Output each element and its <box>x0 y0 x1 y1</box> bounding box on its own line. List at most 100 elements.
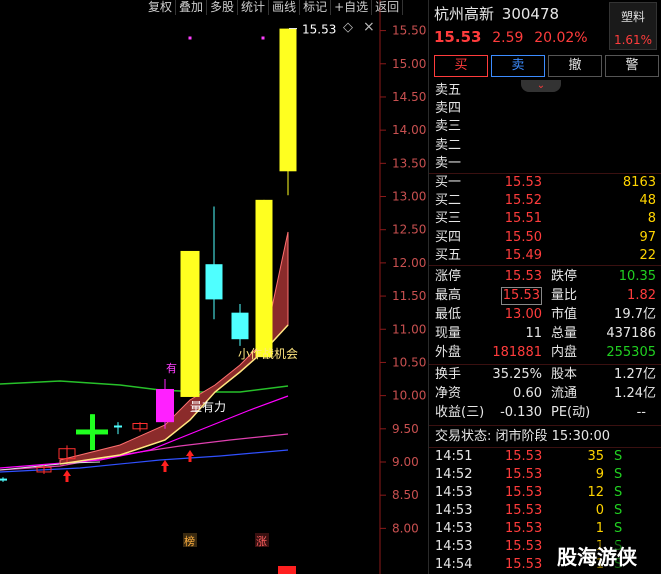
total-vol-value: 437186 <box>606 326 656 341</box>
quote-panel: 杭州高新 300478 15.53 2.59 20.02% 塑料 1.61% 买… <box>428 0 661 574</box>
buy-level-volume: 8 <box>647 211 656 227</box>
ma-line-white <box>0 461 101 471</box>
vol-ratio-label: 量比 <box>551 288 578 303</box>
candle-body <box>255 199 273 358</box>
price-tick-label: 12.00 <box>392 256 426 270</box>
toolbar-item[interactable]: +自选 <box>331 0 373 15</box>
tick-time: 14:53 <box>435 485 473 500</box>
watermark: 股海游侠 <box>554 541 640 570</box>
candle-body <box>279 28 297 172</box>
kline-chart[interactable]: 15.50 15.00 14.50 14.00 13.50 13.00 12.50 12.00… <box>0 0 428 574</box>
sell-level-row[interactable]: 卖二 <box>429 137 661 155</box>
eps-value: -0.130 <box>500 405 542 420</box>
buy-level-row[interactable]: 买三 15.51 8 <box>429 210 661 228</box>
tick-vol: 12 <box>587 485 604 500</box>
float-value: 1.24亿 <box>614 386 656 401</box>
buy-arrow-icon <box>63 470 71 482</box>
price-tick-label: 11.50 <box>392 289 426 303</box>
last-price: 15.53 <box>434 28 482 46</box>
toolbar-item[interactable]: 叠加 <box>176 0 208 15</box>
toolbar-item[interactable]: 返回 <box>372 0 404 15</box>
vol-ratio-value: 1.82 <box>627 288 656 303</box>
toolbar-item[interactable]: 画线 <box>269 0 301 15</box>
tick-row: 14:51 15.53 35 S <box>429 448 661 466</box>
toolbar-item[interactable]: 多股 <box>207 0 239 15</box>
buy-level-row[interactable]: 买一 15.53 8163 <box>429 174 661 192</box>
inner-label: 内盘 <box>551 345 578 360</box>
toolbar-item[interactable]: 统计 <box>238 0 270 15</box>
candle-body <box>205 264 223 300</box>
limit-up-label: 涨停 <box>435 269 462 284</box>
buy-level-price: 15.52 <box>504 193 542 209</box>
tick-time: 14:53 <box>435 539 473 554</box>
price-tick-label: 14.00 <box>392 123 426 137</box>
stock-name: 杭州高新 <box>434 5 495 23</box>
buy-level-volume: 97 <box>639 229 656 245</box>
buy-level-price: 15.51 <box>504 211 542 227</box>
sell-level-row[interactable]: 卖五 <box>429 82 661 100</box>
pe-value: -- <box>636 405 646 420</box>
buy-level-row[interactable]: 买二 15.52 48 <box>429 192 661 210</box>
tick-row: 14:53 15.53 0 S <box>429 502 661 520</box>
tick-row: 14:53 15.53 1S <box>429 520 661 538</box>
candle-body <box>156 388 174 423</box>
limit-down-value: 10.35 <box>618 269 656 284</box>
turnover-value: 35.25% <box>492 367 542 382</box>
sell-button[interactable]: 卖 <box>491 55 545 77</box>
outer-label: 外盘 <box>435 345 462 360</box>
low-label: 最低 <box>435 307 462 322</box>
signal-dot <box>261 36 265 40</box>
price-tick-label: 11.00 <box>392 322 426 336</box>
close-icon[interactable]: × <box>363 19 375 35</box>
sell-level-row[interactable]: 卖四 <box>429 100 661 118</box>
limit-down-label: 跌停 <box>551 269 578 284</box>
tick-vol: 1 <box>595 521 604 536</box>
buy-level-row[interactable]: 买四 15.50 97 <box>429 229 661 247</box>
buy-level-volume: 48 <box>639 193 656 209</box>
kline-svg[interactable]: 15.50 15.00 14.50 14.00 13.50 13.00 12.50 12.00… <box>0 0 428 574</box>
buy-level-price: 15.53 <box>504 175 542 190</box>
buy-arrow-icon <box>161 460 169 472</box>
price-tick-label: 8.50 <box>392 488 419 502</box>
diamond-icon[interactable]: ◇ <box>343 20 353 35</box>
price-tick-label: 10.50 <box>392 355 426 369</box>
cancel-order-button[interactable]: 撤 <box>548 55 602 77</box>
price-tick-label: 15.50 <box>392 24 426 38</box>
buy-level-label: 买四 <box>435 229 462 245</box>
price-tick-label: 15.00 <box>392 57 426 71</box>
sector-name: 塑料 <box>620 10 645 24</box>
sector-box[interactable]: 塑料 1.61% <box>609 2 657 50</box>
alert-button[interactable]: 警 <box>605 55 659 77</box>
tick-side: S <box>614 521 623 536</box>
ma-line-green <box>0 380 289 393</box>
high-label: 最高 <box>435 288 462 303</box>
candle-body <box>231 312 249 340</box>
tag-zhang: 涨 <box>256 535 267 548</box>
buy-level-row[interactable]: 买五 15.49 22 <box>429 247 661 265</box>
tick-vol: 35 <box>587 449 604 464</box>
stock-title: 杭州高新 300478 <box>434 3 559 24</box>
tick-price: 15.53 <box>505 449 543 464</box>
buy-button[interactable]: 买 <box>434 55 488 77</box>
pe-label: PE(动) <box>551 405 591 420</box>
toolbar-item[interactable]: 标记 <box>300 0 332 15</box>
ma-line-blue <box>0 449 289 473</box>
tick-time: 14:52 <box>435 467 473 482</box>
nav-value: 0.60 <box>513 386 542 401</box>
now-vol-value: 11 <box>525 326 542 341</box>
toolbar-item[interactable]: 复权 <box>145 0 177 15</box>
sector-pct: 1.61% <box>613 33 653 47</box>
price-change: 2.59 <box>492 30 524 46</box>
price-tick-label: 8.00 <box>392 521 419 535</box>
tick-vol: 0 <box>595 503 604 518</box>
tick-price: 15.53 <box>505 539 543 554</box>
tick-time: 14:54 <box>435 557 473 572</box>
tick-price: 15.53 <box>505 557 543 572</box>
sell-level-row[interactable]: 卖三 <box>429 118 661 136</box>
sell-level-label: 卖三 <box>435 119 462 135</box>
last-price-label: 15.53 <box>302 23 336 37</box>
price-tick-label: 13.50 <box>392 156 426 170</box>
sell-level-row[interactable]: 卖一 <box>429 155 661 173</box>
tick-price: 15.53 <box>505 467 543 482</box>
buy-arrow-icon <box>186 450 194 462</box>
